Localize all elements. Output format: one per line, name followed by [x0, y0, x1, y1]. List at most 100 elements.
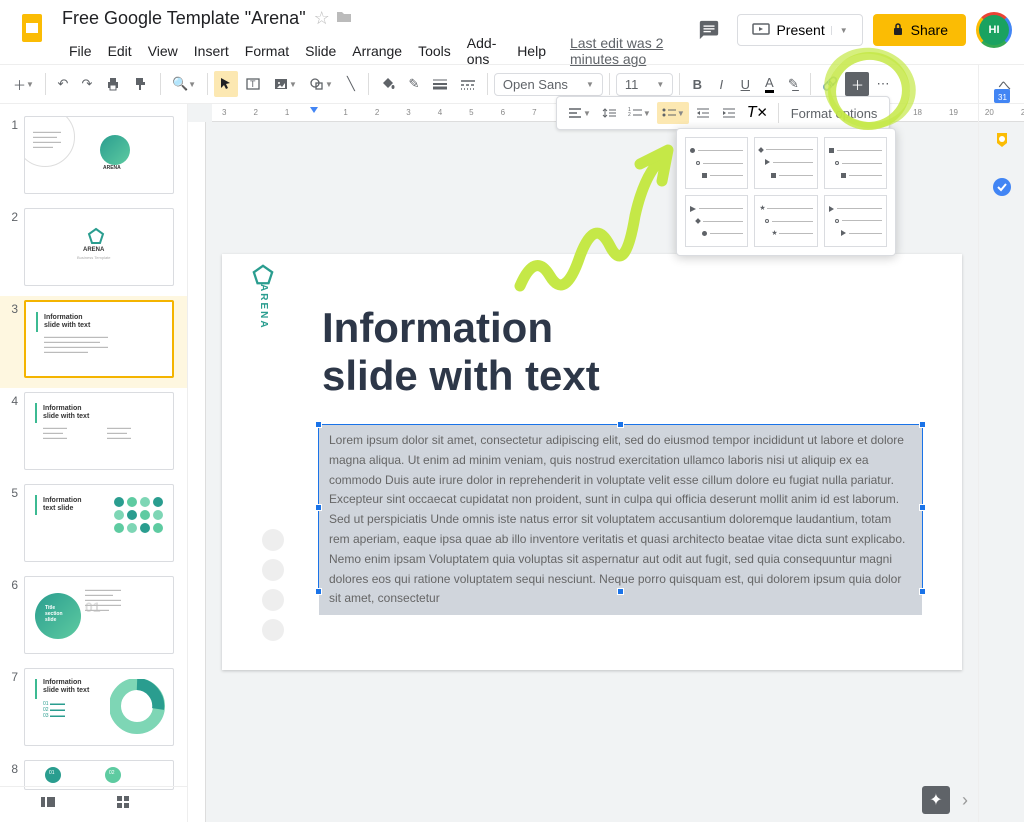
paint-format-button[interactable] — [128, 70, 154, 98]
fill-color-button[interactable] — [375, 70, 401, 98]
last-edit-link[interactable]: Last edit was 2 minutes ago — [563, 31, 691, 71]
comments-icon[interactable] — [691, 12, 727, 48]
link-button[interactable]: 🔗 — [817, 70, 843, 98]
menubar: File Edit View Insert Format Slide Arran… — [62, 31, 691, 71]
hide-panel-icon[interactable]: › — [962, 790, 968, 811]
print-button[interactable] — [100, 70, 126, 98]
svg-text:2: 2 — [628, 112, 631, 118]
side-panel: 31 — [978, 64, 1024, 822]
present-dropdown-icon[interactable]: ▼ — [831, 26, 848, 35]
tasks-icon[interactable] — [991, 176, 1013, 198]
thumb-number: 3 — [8, 300, 24, 316]
line-spacing-button[interactable] — [597, 102, 621, 124]
document-title[interactable]: Free Google Template "Arena" — [62, 8, 306, 29]
move-folder-icon[interactable] — [336, 8, 352, 29]
menu-format[interactable]: Format — [238, 39, 296, 63]
slide-thumbnail[interactable]: Information text slide — [24, 484, 174, 562]
paragraph-toolbar: ▼ 12▼ ▼ T✕ Format options — [556, 96, 890, 130]
more-button[interactable]: ⋯ — [871, 70, 894, 98]
slide-thumbnail[interactable]: ▬▬▬▬▬▬▬▬▬▬▬▬▬▬▬▬▬▬▬▬▬▬▬▬▬ ARENA — [24, 116, 174, 194]
menu-addons[interactable]: Add-ons — [460, 31, 508, 71]
border-color-button[interactable]: ✎ — [403, 70, 425, 98]
text-color-button[interactable]: A — [758, 69, 780, 99]
shape-tool[interactable]: ▼ — [304, 70, 338, 98]
increase-indent-button[interactable] — [717, 102, 741, 124]
present-label: Present — [776, 22, 824, 38]
body-text[interactable]: Lorem ipsum dolor sit amet, consectetur … — [319, 425, 922, 615]
bullet-preset-disc[interactable] — [685, 137, 748, 189]
menu-slide[interactable]: Slide — [298, 39, 343, 63]
body-textbox-selected[interactable]: Lorem ipsum dolor sit amet, consectetur … — [318, 424, 923, 592]
avatar[interactable]: HI — [976, 12, 1012, 48]
vertical-ruler — [188, 122, 206, 822]
textbox-tool[interactable]: T — [240, 70, 266, 98]
social-icons — [262, 529, 284, 641]
filmstrip-view-icon[interactable] — [40, 795, 56, 814]
keep-icon[interactable] — [991, 130, 1013, 152]
font-selector[interactable]: Open Sans▼ — [494, 73, 603, 96]
menu-edit[interactable]: Edit — [101, 39, 139, 63]
slide-thumbnail[interactable]: ARENA Business Template — [24, 208, 174, 286]
thumb-number: 5 — [8, 484, 24, 500]
image-tool[interactable]: ▼ — [268, 70, 302, 98]
menu-arrange[interactable]: Arrange — [345, 39, 409, 63]
zoom-button[interactable]: 🔍▼ — [167, 70, 201, 98]
present-button[interactable]: Present ▼ — [737, 14, 862, 46]
redo-button[interactable]: ↷ — [76, 70, 98, 98]
explore-button[interactable]: ✦ — [922, 786, 950, 814]
slide-thumbnail[interactable]: Information slide with text 01 ▬▬▬02 ▬▬▬… — [24, 668, 174, 746]
bullet-preset-star[interactable]: ★ ★ — [754, 195, 817, 247]
bullet-preset-arrow[interactable] — [685, 195, 748, 247]
menu-help[interactable]: Help — [510, 39, 553, 63]
menu-file[interactable]: File — [62, 39, 99, 63]
slide-title[interactable]: Information slide with text — [322, 304, 600, 401]
view-mode-bar — [0, 786, 188, 822]
brand-logo-icon — [252, 264, 274, 286]
border-dash-button[interactable] — [455, 72, 481, 96]
new-slide-button[interactable]: ＋▼ — [8, 69, 39, 100]
brand-text: ARENA — [258, 284, 269, 330]
underline-button[interactable]: U — [734, 71, 756, 98]
highlight-color-button[interactable]: ✎̲ — [782, 70, 804, 98]
thumb-number: 1 — [8, 116, 24, 132]
border-weight-button[interactable] — [427, 72, 453, 96]
thumb-number: 6 — [8, 576, 24, 592]
menu-view[interactable]: View — [141, 39, 185, 63]
bullet-preset-diamond[interactable] — [754, 137, 817, 189]
italic-button[interactable]: I — [710, 71, 732, 98]
slide-thumbnail-selected[interactable]: Information slide with text ▬▬▬▬▬▬▬▬▬▬▬▬… — [24, 300, 174, 378]
line-tool[interactable]: ╲ — [340, 70, 362, 98]
grid-view-icon[interactable] — [116, 795, 130, 814]
svg-text:T: T — [250, 79, 256, 89]
thumb-number: 4 — [8, 392, 24, 408]
thumb-number: 8 — [8, 760, 24, 776]
numbered-list-button[interactable]: 12▼ — [623, 102, 655, 124]
align-button[interactable]: ▼ — [563, 102, 595, 124]
font-size-selector[interactable]: 11▼ — [616, 73, 673, 96]
bulleted-list-button[interactable]: ▼ — [657, 102, 689, 124]
star-icon[interactable]: ☆ — [314, 8, 330, 29]
slide-thumbnail[interactable]: Titlesectionslide 01 ▬▬▬▬▬▬▬▬▬▬▬▬▬▬▬▬▬▬▬… — [24, 576, 174, 654]
bullet-preset-check[interactable] — [824, 137, 887, 189]
add-comment-button[interactable]: ＋ — [845, 72, 869, 96]
bullet-preset-arrow2[interactable] — [824, 195, 887, 247]
slide-canvas[interactable]: ARENA Information slide with text Lorem … — [222, 254, 962, 670]
slide-thumbnail[interactable]: Information slide with text ▬▬▬▬▬▬▬▬▬▬▬▬… — [24, 392, 174, 470]
clear-formatting-button[interactable]: T✕ — [743, 100, 772, 126]
bullet-style-popover: ★ ★ — [676, 128, 896, 256]
slide-canvas-area: 32112345678910111213141516171819202122 A… — [188, 104, 1024, 822]
slides-logo-icon[interactable] — [12, 8, 52, 48]
format-options-button[interactable]: Format options — [785, 106, 884, 121]
svg-text:31: 31 — [998, 93, 1007, 102]
bold-button[interactable]: B — [686, 71, 708, 98]
menu-insert[interactable]: Insert — [187, 39, 236, 63]
share-button[interactable]: Share — [873, 14, 966, 46]
decrease-indent-button[interactable] — [691, 102, 715, 124]
menu-tools[interactable]: Tools — [411, 39, 458, 63]
thumb-number: 2 — [8, 208, 24, 224]
share-label: Share — [911, 22, 948, 38]
select-tool[interactable] — [214, 71, 238, 97]
calendar-icon[interactable]: 31 — [991, 84, 1013, 106]
slide-thumbnails-panel: 1 ▬▬▬▬▬▬▬▬▬▬▬▬▬▬▬▬▬▬▬▬▬▬▬▬▬ ARENA 2 AREN… — [0, 104, 188, 822]
undo-button[interactable]: ↶ — [52, 70, 74, 98]
